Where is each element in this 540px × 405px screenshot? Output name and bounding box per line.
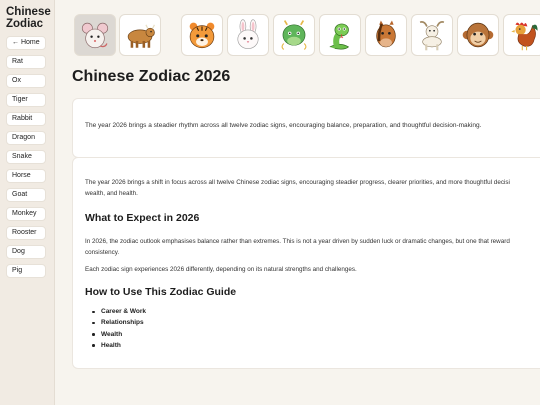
sidebar-item-pig[interactable]: Pig bbox=[6, 264, 46, 278]
sidebar-nav: ← Home Rat Ox Tiger Rabbit Dragon Snake … bbox=[6, 36, 54, 278]
main-content: Chinese Zodiac 2026 The year 2026 brings… bbox=[72, 14, 540, 369]
rooster-icon bbox=[511, 22, 538, 51]
zodiac-card-horse[interactable] bbox=[365, 14, 407, 56]
expect-paragraph-1-line-1: In 2026, the zodiac outlook emphasises b… bbox=[85, 238, 510, 245]
zodiac-card-dragon[interactable] bbox=[273, 14, 315, 56]
lead-paragraph-line-1: The year 2026 brings a shift in focus ac… bbox=[85, 179, 510, 186]
sidebar-item-monkey[interactable]: Monkey bbox=[6, 207, 46, 221]
zodiac-icon-strip bbox=[72, 14, 540, 56]
zodiac-card-tiger[interactable] bbox=[181, 14, 223, 56]
zodiac-card-monkey[interactable] bbox=[457, 14, 499, 56]
list-item: Wealth bbox=[85, 329, 540, 340]
ox-icon bbox=[127, 24, 156, 48]
lead-paragraph: The year 2026 brings a shift in focus ac… bbox=[85, 177, 540, 199]
content-body: The year 2026 brings a shift in focus ac… bbox=[85, 177, 540, 351]
brand-line-2: Zodiac bbox=[6, 18, 44, 30]
sidebar-item-ox[interactable]: Ox bbox=[6, 74, 46, 88]
expect-paragraph-2: Each zodiac sign experiences 2026 differ… bbox=[85, 266, 357, 273]
sidebar-item-rooster[interactable]: Rooster bbox=[6, 226, 46, 240]
brand-title: Chinese Zodiac bbox=[6, 6, 54, 30]
sidebar-item-horse[interactable]: Horse bbox=[6, 169, 46, 183]
horse-icon bbox=[376, 20, 396, 48]
goat-icon bbox=[419, 21, 445, 51]
rabbit-icon bbox=[237, 19, 259, 49]
sidebar-item-tiger[interactable]: Tiger bbox=[6, 93, 46, 107]
dragon-icon bbox=[281, 20, 307, 50]
zodiac-card-rabbit[interactable] bbox=[227, 14, 269, 56]
sidebar-item-rat[interactable]: Rat bbox=[6, 55, 46, 69]
page-title: Chinese Zodiac 2026 bbox=[72, 68, 231, 85]
content-card: The year 2026 brings a shift in focus ac… bbox=[72, 157, 540, 369]
sidebar-item-home[interactable]: ← Home bbox=[6, 36, 46, 50]
rat-icon bbox=[81, 22, 109, 49]
sidebar-item-snake[interactable]: Snake bbox=[6, 150, 46, 164]
zodiac-card-ox[interactable] bbox=[119, 14, 161, 56]
section-heading-guide: How to Use This Zodiac Guide bbox=[85, 286, 237, 298]
guide-list: Career & Work Relationships Wealth Healt… bbox=[85, 306, 540, 351]
intro-card: The year 2026 brings a steadier rhythm a… bbox=[72, 98, 540, 158]
brand-line-1: Chinese bbox=[6, 6, 51, 18]
sidebar-item-dog[interactable]: Dog bbox=[6, 245, 46, 259]
expect-paragraph-1-line-2: consistency. bbox=[85, 249, 120, 256]
list-item: Relationships bbox=[85, 317, 540, 328]
zodiac-card-snake[interactable] bbox=[319, 14, 361, 56]
sidebar: Chinese Zodiac ← Home Rat Ox Tiger Rabbi… bbox=[0, 0, 55, 405]
lead-paragraph-line-2: wealth, and health. bbox=[85, 190, 138, 197]
list-item: Career & Work bbox=[85, 306, 540, 317]
zodiac-card-rooster[interactable] bbox=[503, 14, 540, 56]
sidebar-item-dragon[interactable]: Dragon bbox=[6, 131, 46, 145]
sidebar-item-rabbit[interactable]: Rabbit bbox=[6, 112, 46, 126]
list-item: Health bbox=[85, 340, 540, 351]
monkey-icon bbox=[462, 22, 494, 48]
snake-icon bbox=[329, 23, 350, 50]
sidebar-item-goat[interactable]: Goat bbox=[6, 188, 46, 202]
intro-text: The year 2026 brings a steadier rhythm a… bbox=[85, 122, 482, 129]
expect-paragraph-1: In 2026, the zodiac outlook emphasises b… bbox=[85, 236, 540, 258]
tiger-icon bbox=[189, 22, 215, 49]
zodiac-card-goat[interactable] bbox=[411, 14, 453, 56]
zodiac-card-rat[interactable] bbox=[74, 14, 116, 56]
section-heading-expect: What to Expect in 2026 bbox=[85, 212, 200, 224]
